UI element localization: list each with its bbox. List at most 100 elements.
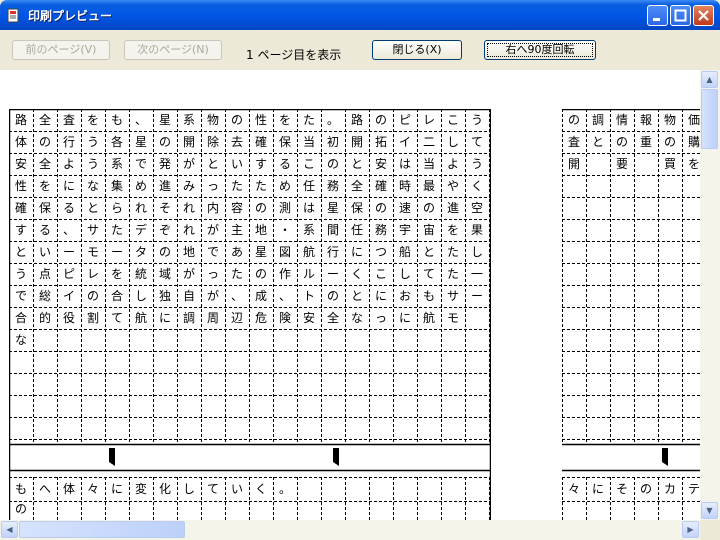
manuscript-char: と bbox=[591, 135, 604, 149]
manuscript-char: 確 bbox=[14, 201, 27, 215]
manuscript-char: モ bbox=[446, 311, 459, 325]
window-title: 印刷プレビュー bbox=[28, 9, 113, 23]
manuscript-char: へ bbox=[38, 482, 51, 496]
manuscript-char: を bbox=[446, 223, 459, 237]
size-grip[interactable] bbox=[700, 520, 720, 540]
manuscript-char: に bbox=[350, 245, 363, 259]
manuscript-char: 一 bbox=[470, 267, 483, 281]
manuscript-char: イ bbox=[62, 289, 75, 303]
manuscript-char: 辺 bbox=[230, 311, 243, 325]
rotate-right-button[interactable]: 右へ90度回転 bbox=[484, 40, 596, 60]
scroll-right-button[interactable]: ▶ bbox=[682, 521, 699, 538]
manuscript-char: て bbox=[422, 267, 435, 281]
manuscript-char: 二 bbox=[422, 135, 435, 149]
manuscript-char: た bbox=[254, 179, 267, 193]
manuscript-char: 星 bbox=[254, 245, 267, 259]
manuscript-char: サ bbox=[446, 289, 459, 303]
scroll-left-button[interactable]: ◀ bbox=[1, 521, 18, 538]
manuscript-char: 測 bbox=[278, 201, 291, 215]
horizontal-scroll-thumb[interactable] bbox=[19, 521, 185, 538]
manuscript-char: う bbox=[86, 157, 99, 171]
manuscript-char: め bbox=[134, 179, 147, 193]
manuscript-char: 系 bbox=[182, 113, 195, 127]
manuscript-char: も bbox=[422, 289, 435, 303]
horizontal-scrollbar[interactable]: ◀ ▶ bbox=[0, 520, 700, 540]
manuscript-char: 合 bbox=[14, 311, 27, 325]
manuscript-char: い bbox=[230, 482, 243, 496]
manuscript-char: 割 bbox=[86, 311, 99, 325]
manuscript-char: が bbox=[206, 223, 219, 237]
close-window-button[interactable] bbox=[693, 5, 714, 26]
manuscript-char: が bbox=[182, 267, 195, 281]
manuscript-char: 果 bbox=[470, 223, 483, 237]
page-1: 路全体の安全性を確保するという点で総合的な査を行うようになると、サーモピレイの役… bbox=[9, 109, 491, 520]
manuscript-char: 宙 bbox=[422, 223, 435, 237]
manuscript-char: 物 bbox=[663, 113, 676, 127]
manuscript-char: の bbox=[38, 135, 51, 149]
manuscript-char: 体 bbox=[62, 482, 75, 496]
manuscript-char: 星 bbox=[158, 113, 171, 127]
manuscript-char: カ bbox=[663, 482, 676, 496]
manuscript-char: 。 bbox=[278, 482, 291, 496]
manuscript-char: を bbox=[278, 113, 291, 127]
manuscript-char: 険 bbox=[278, 311, 291, 325]
manuscript-char: の bbox=[639, 482, 652, 496]
manuscript-char: 全 bbox=[38, 113, 51, 127]
manuscript-char: 確 bbox=[374, 179, 387, 193]
maximize-button[interactable] bbox=[670, 5, 691, 26]
manuscript-char: 地 bbox=[254, 223, 267, 237]
next-page-button[interactable]: 次のページ(N) bbox=[124, 40, 222, 60]
manuscript-char: 去 bbox=[230, 135, 243, 149]
manuscript-char: 任 bbox=[302, 179, 315, 193]
manuscript-char: 独 bbox=[158, 289, 171, 303]
vertical-scroll-thumb[interactable] bbox=[701, 89, 718, 149]
manuscript-char: 、 bbox=[134, 113, 147, 127]
manuscript-char: み bbox=[182, 179, 195, 193]
manuscript-char: に bbox=[158, 311, 171, 325]
manuscript-char: 安 bbox=[302, 311, 315, 325]
manuscript-char: 行 bbox=[326, 245, 339, 259]
manuscript-char: し bbox=[470, 245, 483, 259]
preview-area: 路全体の安全性を確保するという点で総合的な査を行うようになると、サーモピレイの役… bbox=[0, 70, 700, 520]
manuscript-char: と bbox=[350, 289, 363, 303]
manuscript-char: な bbox=[86, 179, 99, 193]
manuscript-char: う bbox=[86, 135, 99, 149]
manuscript-char: の bbox=[254, 201, 267, 215]
manuscript-char: 船 bbox=[398, 245, 411, 259]
toolbar: 前のページ(V) 次のページ(N) 1 ページ目を表示 閉じる(X) 右へ90度… bbox=[0, 30, 720, 70]
manuscript-char: の bbox=[254, 267, 267, 281]
manuscript-char: 買 bbox=[663, 157, 676, 171]
scroll-up-button[interactable]: ▲ bbox=[701, 71, 718, 88]
manuscript-char: 購 bbox=[687, 135, 700, 149]
manuscript-char: く bbox=[470, 179, 483, 193]
manuscript-char: 空 bbox=[470, 201, 483, 215]
manuscript-char: の bbox=[374, 113, 387, 127]
manuscript-char: に bbox=[110, 482, 123, 496]
prev-page-button[interactable]: 前のページ(V) bbox=[12, 40, 110, 60]
manuscript-char: 行 bbox=[62, 135, 75, 149]
manuscript-char: 路 bbox=[14, 113, 27, 127]
scroll-down-button[interactable]: ▼ bbox=[701, 502, 718, 519]
manuscript-char: に bbox=[374, 289, 387, 303]
manuscript-char: 成 bbox=[254, 289, 267, 303]
manuscript-char: す bbox=[14, 223, 27, 237]
manuscript-char: と bbox=[422, 245, 435, 259]
close-button[interactable]: 閉じる(X) bbox=[372, 40, 462, 60]
manuscript-char: 々 bbox=[567, 482, 580, 496]
manuscript-char: い bbox=[230, 157, 243, 171]
manuscript-char: 点 bbox=[38, 267, 51, 281]
manuscript-char: 保 bbox=[278, 135, 291, 149]
manuscript-char: 調 bbox=[182, 311, 195, 325]
manuscript-char: 図 bbox=[278, 245, 291, 259]
vertical-scrollbar[interactable]: ▲ ▼ bbox=[700, 70, 720, 520]
manuscript-char: 当 bbox=[302, 135, 315, 149]
manuscript-char: 内 bbox=[206, 201, 219, 215]
manuscript-char: レ bbox=[422, 113, 435, 127]
manuscript-char: て bbox=[470, 135, 483, 149]
manuscript-char: は bbox=[398, 157, 411, 171]
manuscript-char: の bbox=[158, 135, 171, 149]
manuscript-char: あ bbox=[230, 245, 243, 259]
minimize-button[interactable] bbox=[647, 5, 668, 26]
manuscript-char: っ bbox=[374, 311, 387, 325]
manuscript-char: の bbox=[230, 113, 243, 127]
